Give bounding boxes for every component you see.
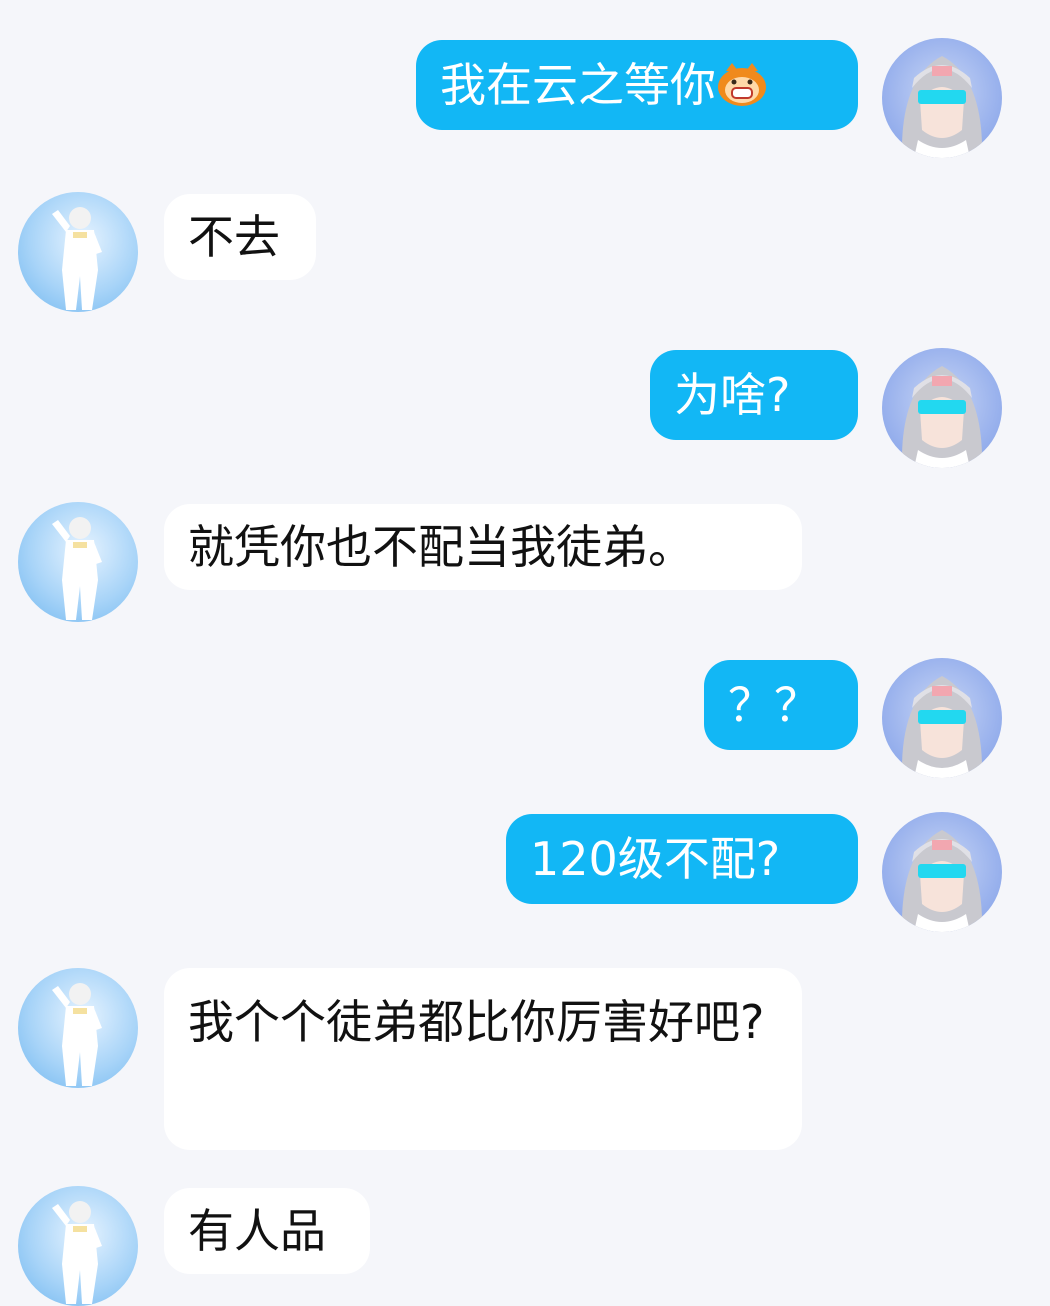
white-suit-character-avatar-icon [52, 207, 102, 310]
message-text: 我个个徒弟都比你厉害好吧? [188, 995, 765, 1049]
message-text: 就凭你也不配当我徒弟。 [188, 520, 694, 574]
incoming-message-bubble[interactable]: 有人品 [164, 1188, 370, 1274]
message-text: ？？ [728, 678, 820, 732]
outgoing-message-bubble[interactable]: ？？ [704, 660, 858, 750]
anime-girl-avatar-icon [901, 830, 983, 932]
my-avatar[interactable] [882, 348, 1002, 468]
message-text: 有人品 [188, 1204, 326, 1258]
message-text: 为啥? [674, 368, 791, 422]
anime-girl-avatar-icon [901, 56, 983, 158]
message-text: 不去 [188, 210, 280, 264]
my-avatar[interactable] [882, 812, 1002, 932]
my-avatar[interactable] [882, 658, 1002, 778]
anime-girl-avatar-icon [901, 366, 983, 468]
friend-avatar[interactable] [18, 1186, 138, 1306]
outgoing-message-bubble[interactable]: 120级不配? [506, 814, 858, 904]
outgoing-message-bubble[interactable]: 我在云之等你 [416, 40, 858, 130]
white-suit-character-avatar-icon [52, 1201, 102, 1304]
anime-girl-avatar-icon [901, 676, 983, 778]
friend-avatar[interactable] [18, 968, 138, 1088]
incoming-message-bubble[interactable]: 不去 [164, 194, 316, 280]
friend-avatar[interactable] [18, 502, 138, 622]
incoming-message-bubble[interactable]: 就凭你也不配当我徒弟。 [164, 504, 802, 590]
my-avatar[interactable] [882, 38, 1002, 158]
message-text: 120级不配? [530, 832, 781, 886]
chat-window: 我在云之等你 不去 为啥? 就凭你也不配当我徒弟。 ？？ 120级不配? 我个个… [0, 0, 1050, 1306]
friend-avatar[interactable] [18, 192, 138, 312]
incoming-message-bubble[interactable]: 我个个徒弟都比你厉害好吧? [164, 968, 802, 1150]
message-text: 我在云之等你 [440, 58, 716, 112]
white-suit-character-avatar-icon [52, 517, 102, 620]
outgoing-message-bubble[interactable]: 为啥? [650, 350, 858, 440]
white-suit-character-avatar-icon [52, 983, 102, 1086]
monkey-emoji-icon [718, 63, 766, 106]
